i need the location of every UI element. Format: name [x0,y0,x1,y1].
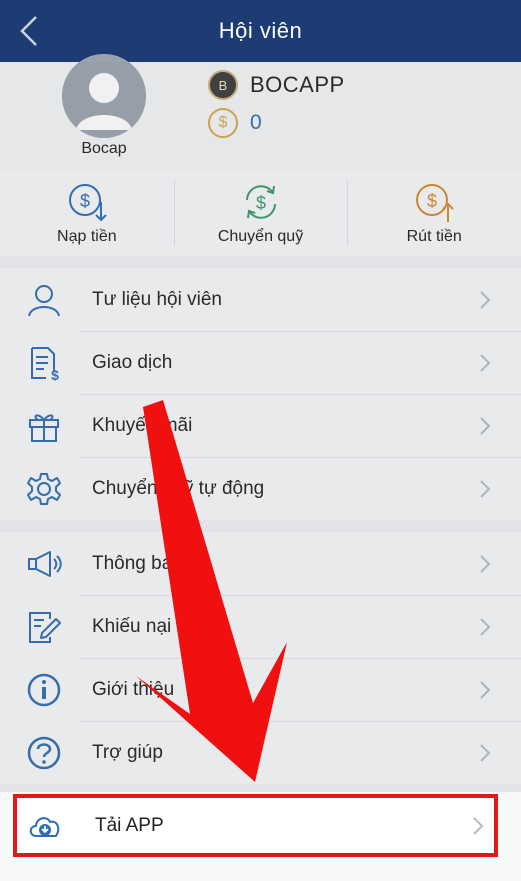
menu-item-notifications[interactable]: Thông báo [0,532,521,595]
chevron-left-icon [20,16,37,46]
chevron-right-icon [480,354,491,372]
account-badge-icon: B [208,70,238,100]
megaphone-icon [28,551,62,577]
menu-group-support: Thông báo Khiếu nại Giới thiệu Trợ giúp [0,532,521,784]
menu-item-label: Thông báo [92,552,183,574]
menu-item-auto-transfer[interactable]: Chuyển quỹ tự động [0,457,521,520]
deposit-button[interactable]: $ Nạp tiền [0,170,174,256]
menu-item-label: Trợ giúp [92,741,163,763]
deposit-label: Nạp tiền [57,228,117,245]
gift-icon [29,414,59,442]
svg-text:$: $ [80,191,90,211]
cloud-download-icon [29,817,60,837]
menu-item-label: Khuyến mãi [92,414,193,436]
menu-item-complaints[interactable]: Khiếu nại [0,595,521,658]
chevron-right-icon [480,555,491,573]
info-icon [27,673,61,707]
member-screen: Hội viên Bocap B BOCAPP $ 0 $ Nạp tiền $… [0,0,521,881]
chevron-right-icon [473,817,484,835]
menu-item-member-info[interactable]: Tư liệu hội viên [0,268,521,331]
account-name: BOCAPP [250,72,345,97]
transaction-icon: $ [31,347,59,381]
avatar[interactable] [62,54,146,138]
chevron-right-icon [480,744,491,762]
menu-item-download-app[interactable]: Tải APP [17,798,494,853]
withdraw-label: Rút tiền [406,228,462,245]
default-user-avatar-icon [62,54,146,138]
menu-item-help[interactable]: Trợ giúp [0,721,521,784]
menu-item-introduction[interactable]: Giới thiệu [0,658,521,721]
menu-item-transactions[interactable]: $ Giao dịch [0,331,521,394]
transfer-button[interactable]: $ Chuyển quỹ [173,170,348,256]
svg-text:$: $ [255,193,265,213]
profile-section: Bocap B BOCAPP $ 0 [0,54,521,170]
chevron-right-icon [480,480,491,498]
svg-text:$: $ [51,367,59,381]
gear-icon [27,473,61,505]
chevron-right-icon [480,618,491,636]
menu-item-label: Giao dịch [92,351,173,373]
withdraw-button[interactable]: $ Rút tiền [347,170,521,256]
transfer-label: Chuyển quỹ [217,228,304,245]
menu-item-label: Khiếu nại [92,615,172,637]
quick-actions: $ Nạp tiền $ Chuyển quỹ $ Rút tiền [0,170,521,256]
deposit-icon: $ [68,184,107,222]
top-nav-bar: Hội viên [0,0,521,62]
menu-item-label: Chuyển quỹ tự động [92,477,265,499]
user-display-name: Bocap [81,140,127,157]
highlight-box: Tải APP [13,794,498,857]
user-icon [28,285,60,317]
page-title: Hội viên [218,18,303,43]
chevron-right-icon [480,417,491,435]
menu-item-label: Giới thiệu [92,678,175,700]
transfer-icon: $ [245,185,276,219]
balance-row: $ 0 [208,108,262,138]
menu-item-label: Tải APP [95,814,164,836]
chevron-right-icon [480,681,491,699]
withdraw-icon: $ [416,184,454,222]
chevron-right-icon [480,291,491,309]
account-row: B BOCAPP [208,70,345,100]
svg-text:$: $ [427,191,437,211]
balance-value: 0 [250,111,262,134]
menu-item-promotions[interactable]: Khuyến mãi [0,394,521,457]
menu-item-label: Tư liệu hội viên [92,288,222,310]
back-button[interactable] [14,14,44,48]
menu-group-account: Tư liệu hội viên $ Giao dịch Khuyến mãi … [0,268,521,520]
complaint-icon [29,612,61,643]
coin-icon: $ [208,108,238,138]
help-icon [27,736,61,770]
